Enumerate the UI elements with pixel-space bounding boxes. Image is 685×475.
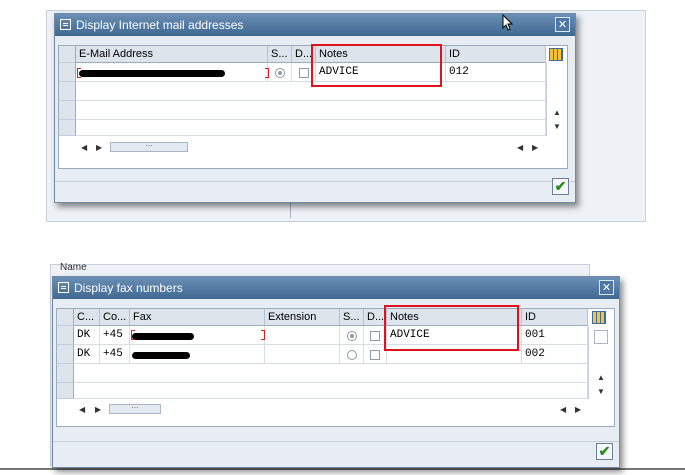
extension-cell[interactable]	[265, 326, 340, 345]
redacted-email	[79, 70, 225, 77]
table-settings-icon[interactable]	[592, 311, 606, 324]
col-country[interactable]: C...	[74, 309, 100, 326]
row-selector[interactable]	[59, 120, 76, 136]
do-not-use-checkbox[interactable]	[299, 68, 309, 78]
fax-dialog-title: Display fax numbers	[74, 281, 183, 295]
row-selector[interactable]	[57, 326, 74, 345]
extension-cell[interactable]	[265, 345, 340, 364]
col-id[interactable]: ID	[522, 309, 588, 326]
col-extension[interactable]: Extension	[265, 309, 340, 326]
row-selector[interactable]	[59, 101, 76, 120]
scroll-down-icon[interactable]: ▼	[553, 123, 561, 131]
scroll-left-icon[interactable]: ◀	[79, 406, 85, 414]
redacted-fax	[132, 333, 194, 340]
row-selector[interactable]	[57, 345, 74, 364]
country-cell[interactable]: DK	[74, 326, 100, 345]
confirm-button[interactable]: ✔	[552, 178, 569, 195]
standard-radio[interactable]	[275, 68, 285, 78]
empty-row	[76, 120, 546, 136]
country-cell[interactable]: DK	[74, 345, 100, 364]
email-dialog-title: Display Internet mail addresses	[76, 18, 244, 32]
col-country-code[interactable]: Co...	[100, 309, 130, 326]
col-standard[interactable]: S...	[268, 46, 292, 63]
row-selector[interactable]	[57, 383, 74, 399]
confirm-button[interactable]: ✔	[596, 443, 613, 460]
scroll-up-icon[interactable]: ▲	[553, 109, 561, 117]
fax-table: C... Co... Fax Extension S... D... Notes…	[56, 308, 615, 427]
vertical-scrollbar[interactable]: ▲ ▼	[546, 63, 567, 136]
mouse-cursor-icon	[502, 14, 514, 31]
col-email-address[interactable]: E-Mail Address	[76, 46, 268, 63]
col-fax[interactable]: Fax	[130, 309, 265, 326]
row-selector[interactable]	[57, 364, 74, 383]
standard-radio[interactable]	[347, 350, 357, 360]
dialog-footer-line	[55, 181, 575, 182]
scroll-up-icon[interactable]: ▲	[597, 374, 605, 382]
empty-row	[74, 364, 588, 383]
country-code-cell[interactable]: +45	[100, 345, 130, 364]
notes-highlight-box	[384, 305, 519, 351]
row-selector-header[interactable]	[57, 309, 74, 326]
checkmark-icon: ✔	[554, 178, 567, 194]
scroll-thumb[interactable]	[594, 330, 608, 344]
horizontal-scroll-thumb[interactable]: ⋯	[109, 404, 161, 414]
close-icon: ✕	[557, 19, 568, 31]
scroll-right-icon[interactable]: ▶	[96, 144, 102, 152]
notes-highlight-box	[311, 44, 442, 87]
vertical-scrollbar[interactable]: ▲ ▼	[588, 326, 613, 399]
checkmark-icon: ✔	[598, 443, 611, 459]
bottom-divider	[0, 468, 685, 470]
id-cell[interactable]: 002	[522, 345, 588, 364]
col-id[interactable]: ID	[446, 46, 546, 63]
close-button[interactable]: ✕	[555, 17, 570, 32]
row-selector[interactable]	[59, 63, 76, 82]
row-selector[interactable]	[59, 82, 76, 101]
fax-dialog-titlebar[interactable]: Display fax numbers ✕	[53, 277, 619, 299]
close-button[interactable]: ✕	[599, 280, 614, 295]
empty-row	[76, 101, 546, 120]
fax-dialog: Display fax numbers ✕ C... Co... Fax Ext…	[52, 276, 620, 468]
dialog-display-icon	[58, 282, 69, 293]
do-not-use-checkbox[interactable]	[370, 331, 380, 341]
country-code-cell[interactable]: +45	[100, 326, 130, 345]
row-selector-header[interactable]	[59, 46, 76, 63]
standard-radio[interactable]	[347, 331, 357, 341]
scroll-left-icon[interactable]: ◀	[81, 144, 87, 152]
email-dialog: Display Internet mail addresses ✕ E-Mail…	[54, 13, 576, 203]
edit-bracket-left	[131, 330, 135, 340]
col-standard[interactable]: S...	[340, 309, 364, 326]
dialog-footer-line	[53, 441, 619, 442]
empty-row	[74, 383, 588, 399]
horizontal-scroll-thumb[interactable]: ⋯	[110, 142, 188, 152]
dialog-display-icon	[60, 19, 71, 30]
redacted-fax	[132, 352, 190, 359]
scroll-right-icon[interactable]: ▶	[95, 406, 101, 414]
do-not-use-checkbox[interactable]	[370, 350, 380, 360]
edit-bracket-left	[77, 68, 81, 78]
close-icon: ✕	[601, 282, 612, 294]
scroll-right-icon[interactable]: ▶	[532, 144, 538, 152]
scroll-left-icon[interactable]: ◀	[517, 144, 523, 152]
scroll-right-icon[interactable]: ▶	[575, 406, 581, 414]
scroll-left-icon[interactable]: ◀	[560, 406, 566, 414]
scroll-down-icon[interactable]: ▼	[597, 388, 605, 396]
id-cell[interactable]: 012	[446, 63, 546, 82]
table-settings-icon[interactable]	[549, 48, 563, 61]
id-cell[interactable]: 001	[522, 326, 588, 345]
email-dialog-titlebar[interactable]: Display Internet mail addresses ✕	[55, 14, 575, 36]
background-name-label: Name	[60, 262, 87, 273]
